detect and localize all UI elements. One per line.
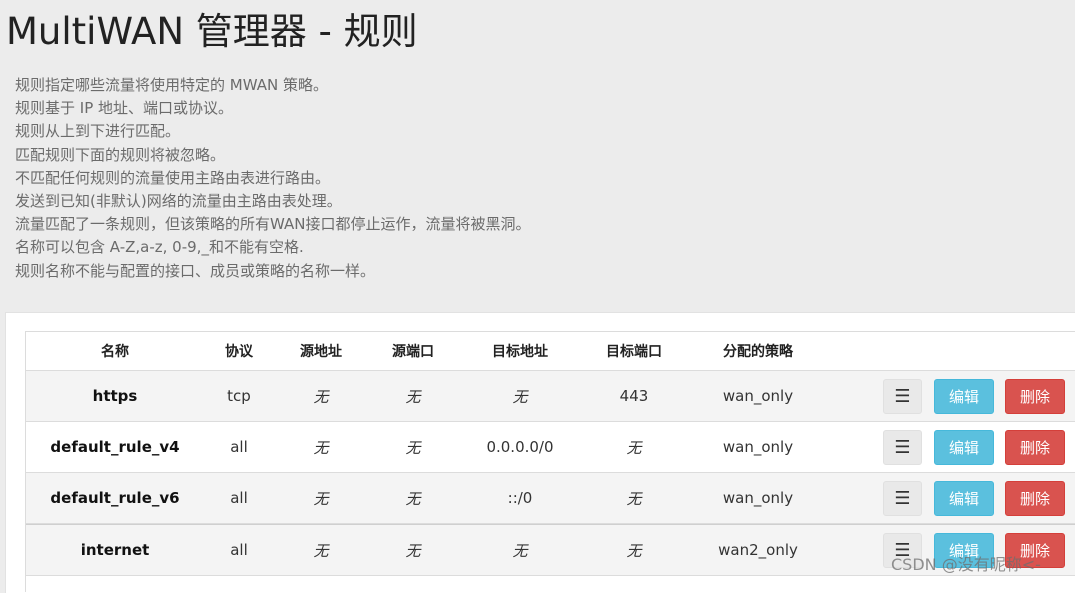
header-source-port: 源端口 xyxy=(392,344,434,360)
description-line: 规则基于 IP 地址、端口或协议。 xyxy=(15,99,234,118)
description-line: 名称可以包含 A-Z,a-z, 0-9,_和不能有空格. xyxy=(15,238,304,257)
rule-source-address: 无 xyxy=(313,541,329,560)
rule-destination-port: 无 xyxy=(626,541,642,560)
rule-policy: wan_only xyxy=(722,489,794,507)
rule-source-port: 无 xyxy=(405,438,421,457)
header-protocol: 协议 xyxy=(225,344,253,360)
table-header-row: 名称 协议 源地址 源端口 目标地址 目标端口 分配的策略 xyxy=(26,332,1075,371)
rule-policy: wan_only xyxy=(722,438,794,456)
description-line: 发送到已知(非默认)网络的流量由主路由表处理。 xyxy=(15,192,342,211)
rule-destination-address: 无 xyxy=(512,541,528,560)
edit-button[interactable]: 编辑 xyxy=(934,379,994,414)
drag-handle-icon: ☰ xyxy=(894,386,911,407)
table-row: internet all 无 无 无 无 wan2_only ☰ 编辑 删除 xyxy=(26,524,1075,576)
drag-sort-button[interactable]: ☰ xyxy=(883,430,922,465)
rule-source-port: 无 xyxy=(405,541,421,560)
description-line: 匹配规则下面的规则将被忽略。 xyxy=(15,145,226,164)
drag-handle-icon: ☰ xyxy=(894,437,911,458)
rule-policy: wan2_only xyxy=(718,541,798,559)
description-line: 规则从上到下进行匹配。 xyxy=(15,122,181,141)
rule-destination-port: 443 xyxy=(619,387,649,405)
page-description: 规则指定哪些流量将使用特定的 MWAN 策略。 规则基于 IP 地址、端口或协议… xyxy=(15,74,1055,283)
page-title: MultiWAN 管理器 - 规则 xyxy=(6,10,418,53)
rule-source-address: 无 xyxy=(313,438,329,457)
header-source-address: 源地址 xyxy=(300,344,342,360)
description-line: 规则指定哪些流量将使用特定的 MWAN 策略。 xyxy=(15,76,328,94)
description-line: 规则名称不能与配置的接口、成员或策略的名称一样。 xyxy=(15,261,376,280)
drag-sort-button[interactable]: ☰ xyxy=(883,379,922,414)
header-destination-port: 目标端口 xyxy=(606,344,662,360)
rule-name: https xyxy=(92,387,138,405)
drag-sort-button[interactable]: ☰ xyxy=(883,481,922,516)
table-row: default_rule_v6 all 无 无 ::/0 无 wan_only … xyxy=(26,473,1075,524)
rule-protocol: all xyxy=(230,489,248,507)
rule-destination-address: 无 xyxy=(512,387,528,406)
delete-button[interactable]: 删除 xyxy=(1005,379,1065,414)
rule-protocol: tcp xyxy=(227,387,251,405)
drag-sort-button[interactable]: ☰ xyxy=(883,533,922,568)
header-name: 名称 xyxy=(101,344,129,360)
delete-button[interactable]: 删除 xyxy=(1005,533,1065,568)
rules-panel: 名称 协议 源地址 源端口 目标地址 目标端口 分配的策略 https tcp … xyxy=(5,312,1075,593)
table-row: default_rule_v4 all 无 无 0.0.0.0/0 无 wan_… xyxy=(26,422,1075,473)
description-line: 流量匹配了一条规则，但该策略的所有WAN接口都停止运作，流量将被黑洞。 xyxy=(15,215,531,234)
drag-handle-icon: ☰ xyxy=(894,488,911,509)
rule-source-address: 无 xyxy=(313,387,329,406)
rule-source-port: 无 xyxy=(405,387,421,406)
rule-protocol: all xyxy=(230,541,248,559)
rule-destination-port: 无 xyxy=(626,489,642,508)
delete-button[interactable]: 删除 xyxy=(1005,430,1065,465)
rule-name: internet xyxy=(80,541,150,559)
table-row: https tcp 无 无 无 443 wan_only ☰ 编辑 删除 xyxy=(26,371,1075,422)
rules-table: 名称 协议 源地址 源端口 目标地址 目标端口 分配的策略 https tcp … xyxy=(25,331,1075,592)
drag-handle-icon: ☰ xyxy=(894,540,911,561)
edit-button[interactable]: 编辑 xyxy=(934,481,994,516)
rule-name: default_rule_v4 xyxy=(50,438,180,456)
edit-button[interactable]: 编辑 xyxy=(934,533,994,568)
edit-button[interactable]: 编辑 xyxy=(934,430,994,465)
delete-button[interactable]: 删除 xyxy=(1005,481,1065,516)
rule-protocol: all xyxy=(230,438,248,456)
header-destination-address: 目标地址 xyxy=(492,344,548,360)
rule-source-address: 无 xyxy=(313,489,329,508)
header-assigned-policy: 分配的策略 xyxy=(723,344,793,360)
description-line: 不匹配任何规则的流量使用主路由表进行路由。 xyxy=(15,168,331,187)
rule-source-port: 无 xyxy=(405,489,421,508)
rule-destination-port: 无 xyxy=(626,438,642,457)
rule-destination-address: 0.0.0.0/0 xyxy=(486,438,554,456)
rule-name: default_rule_v6 xyxy=(50,489,180,507)
rule-destination-address: ::/0 xyxy=(507,489,533,507)
rule-policy: wan_only xyxy=(722,387,794,405)
